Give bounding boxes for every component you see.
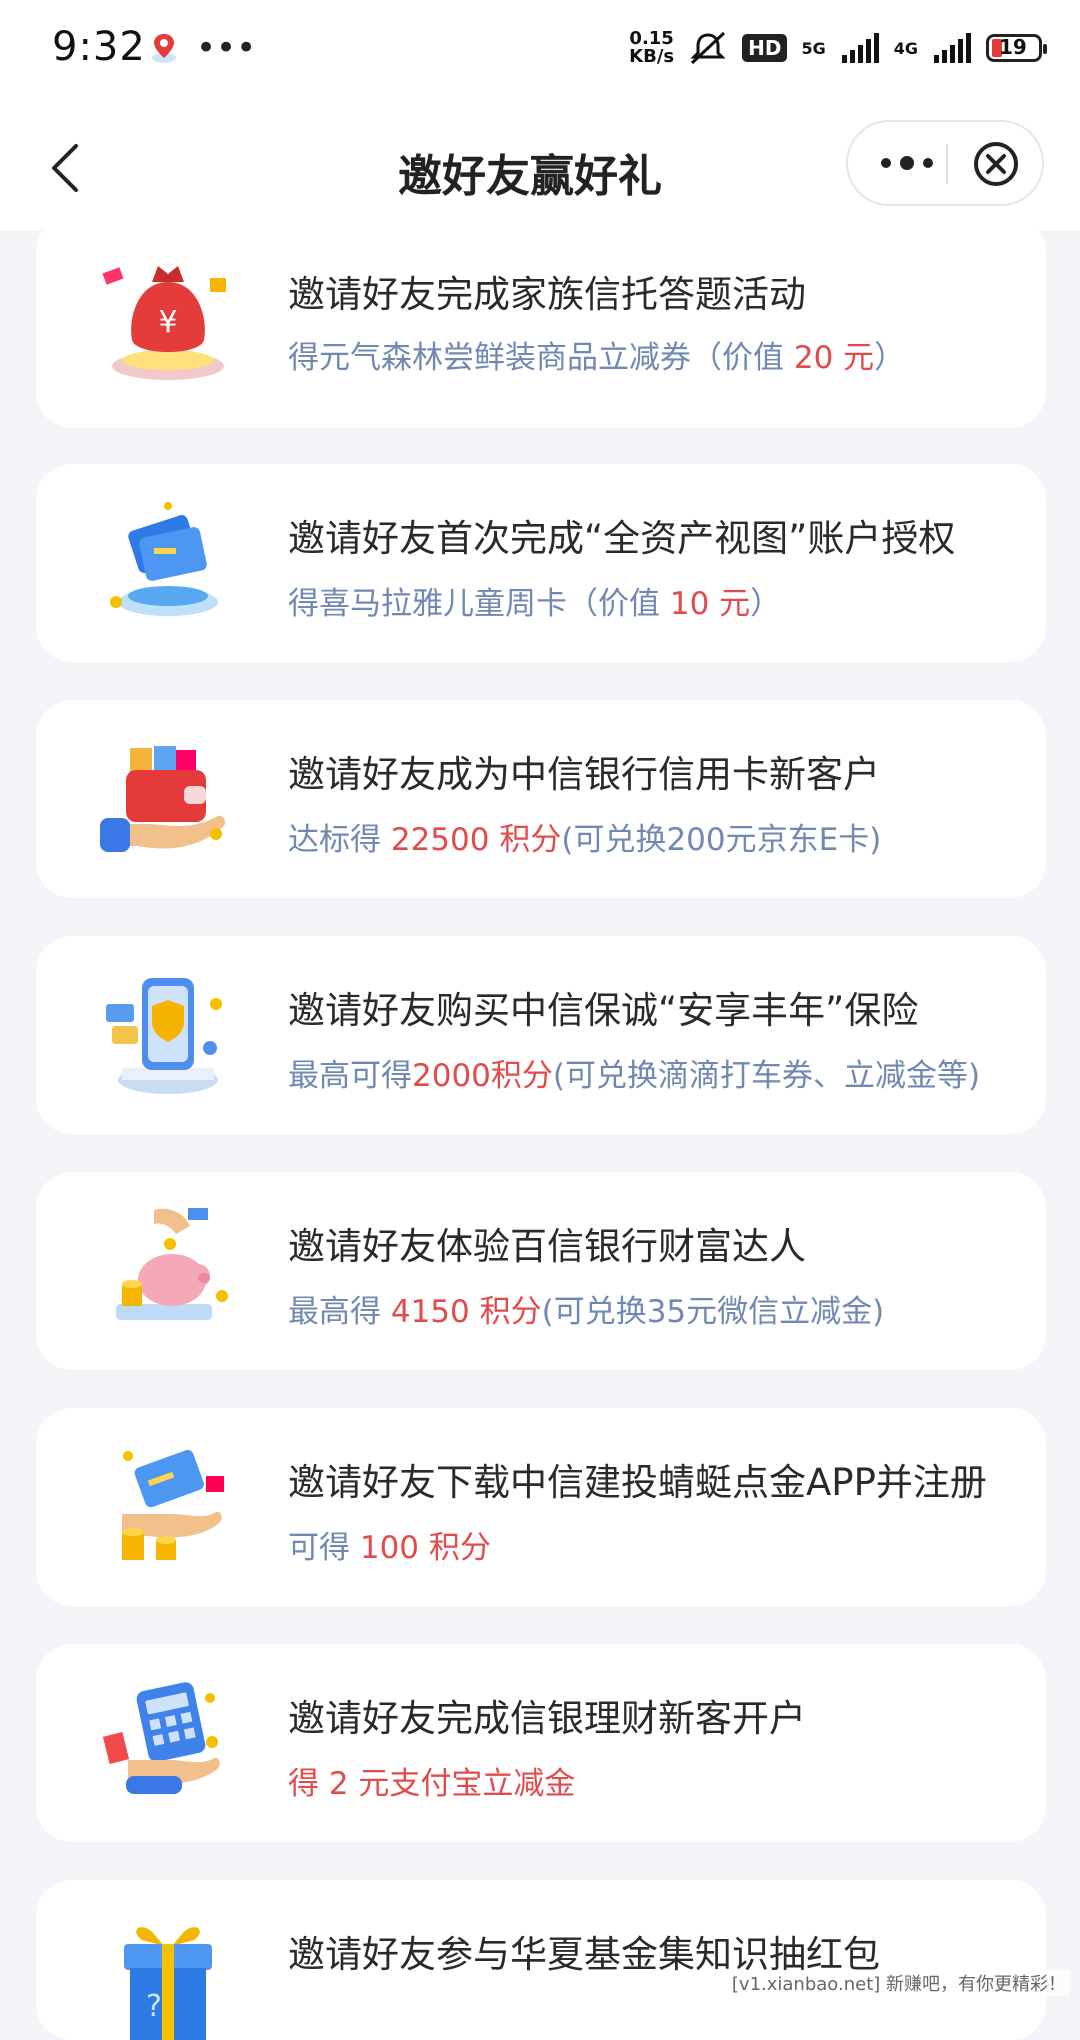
phone-shield-icon: [106, 978, 222, 1094]
card-title: 邀请好友购买中信保诚“安享丰年”保险: [288, 989, 919, 1032]
mini-program-capsule: [846, 120, 1044, 206]
mute-icon: [690, 31, 726, 65]
activity-card-wealth[interactable]: 邀请好友体验百信银行财富达人 最高得 4150 积分(可兑换35元微信立减金): [36, 1172, 1046, 1370]
close-icon[interactable]: [972, 140, 1020, 188]
activity-card-asset-view[interactable]: 邀请好友首次完成“全资产视图”账户授权 得喜马拉雅儿童周卡（价值 10 元）: [36, 464, 1046, 662]
card-subtitle: 得 2 元支付宝立减金: [288, 1766, 576, 1802]
card-title: 邀请好友首次完成“全资产视图”账户授权: [288, 517, 956, 560]
card-subtitle: 最高得 4150 积分(可兑换35元微信立减金): [288, 1294, 885, 1330]
activity-card-family-trust[interactable]: ¥ 邀请好友完成家族信托答题活动 得元气森林尝鲜装商品立减券（价值 20 元）: [36, 216, 1046, 428]
status-time: 9:32: [52, 24, 146, 70]
money-bag-icon: ¥: [102, 266, 226, 380]
card-subtitle: 得元气森林尝鲜装商品立减券（价值 20 元）: [288, 340, 906, 376]
activity-card-insurance[interactable]: 邀请好友购买中信保诚“安享丰年”保险 最高可得2000积分(可兑换滴滴打车券、立…: [36, 936, 1046, 1134]
more-notifications-icon: •••: [196, 28, 257, 68]
activity-card-fund-knowledge[interactable]: ? 邀请好友参与华夏基金集知识抽红包: [36, 1880, 1046, 2040]
hd-badge: HD: [742, 34, 788, 62]
more-menu-icon[interactable]: [872, 140, 942, 186]
card-coins-icon: [122, 1449, 224, 1560]
svg-text:¥: ¥: [158, 305, 177, 340]
card-subtitle: 可得 100 积分: [288, 1530, 491, 1566]
status-left-icons: •••: [150, 28, 257, 68]
piggy-bank-icon: [116, 1208, 228, 1320]
status-right-icons: 0.15 KB/s HD 5G 4G 19: [629, 30, 1047, 66]
card-title: 邀请好友体验百信银行财富达人: [288, 1225, 806, 1268]
card-title: 邀请好友完成家族信托答题活动: [288, 273, 806, 316]
gift-box-icon: ?: [124, 1927, 212, 2040]
bank-card-icon: [110, 502, 218, 616]
activity-card-wealth-management[interactable]: 邀请好友完成信银理财新客开户 得 2 元支付宝立减金: [36, 1644, 1046, 1842]
activity-card-securities-app[interactable]: 邀请好友下载中信建投蜻蜓点金APP并注册 可得 100 积分: [36, 1408, 1046, 1606]
battery-icon: 19: [986, 34, 1047, 62]
card-subtitle: 最高可得2000积分(可兑换滴滴打车券、立减金等): [288, 1058, 981, 1094]
card-subtitle: 得喜马拉雅儿童周卡（价值 10 元）: [288, 586, 782, 622]
network-speed: 0.15 KB/s: [629, 30, 674, 66]
speed-unit: KB/s: [629, 46, 675, 67]
capsule-divider: [946, 144, 948, 184]
signal-5g-icon: [841, 33, 879, 63]
status-bar: 9:32 ••• 0.15 KB/s HD 5G 4G 19: [0, 0, 1080, 104]
signal-4g-icon: [934, 33, 971, 63]
network-4g-label: 4G: [893, 38, 918, 58]
card-subtitle: 达标得 22500 积分(可兑换200元京东E卡): [288, 822, 882, 858]
wallet-hand-icon: [100, 746, 225, 852]
calculator-hand-icon: [102, 1682, 220, 1794]
network-5g-label: 5G: [801, 38, 826, 58]
activity-card-credit-card[interactable]: 邀请好友成为中信银行信用卡新客户 达标得 22500 积分(可兑换200元京东E…: [36, 700, 1046, 898]
watermark: [v1.xianbao.net] 新赚吧，有你更精彩！: [727, 1970, 1070, 1996]
card-title: 邀请好友完成信银理财新客开户: [288, 1697, 806, 1740]
battery-level: 19: [999, 35, 1027, 59]
card-title: 邀请好友下载中信建投蜻蜓点金APP并注册: [288, 1461, 987, 1504]
location-app-icon: [152, 34, 176, 63]
card-title: 邀请好友成为中信银行信用卡新客户: [288, 753, 880, 796]
svg-text:?: ?: [146, 1989, 162, 2024]
